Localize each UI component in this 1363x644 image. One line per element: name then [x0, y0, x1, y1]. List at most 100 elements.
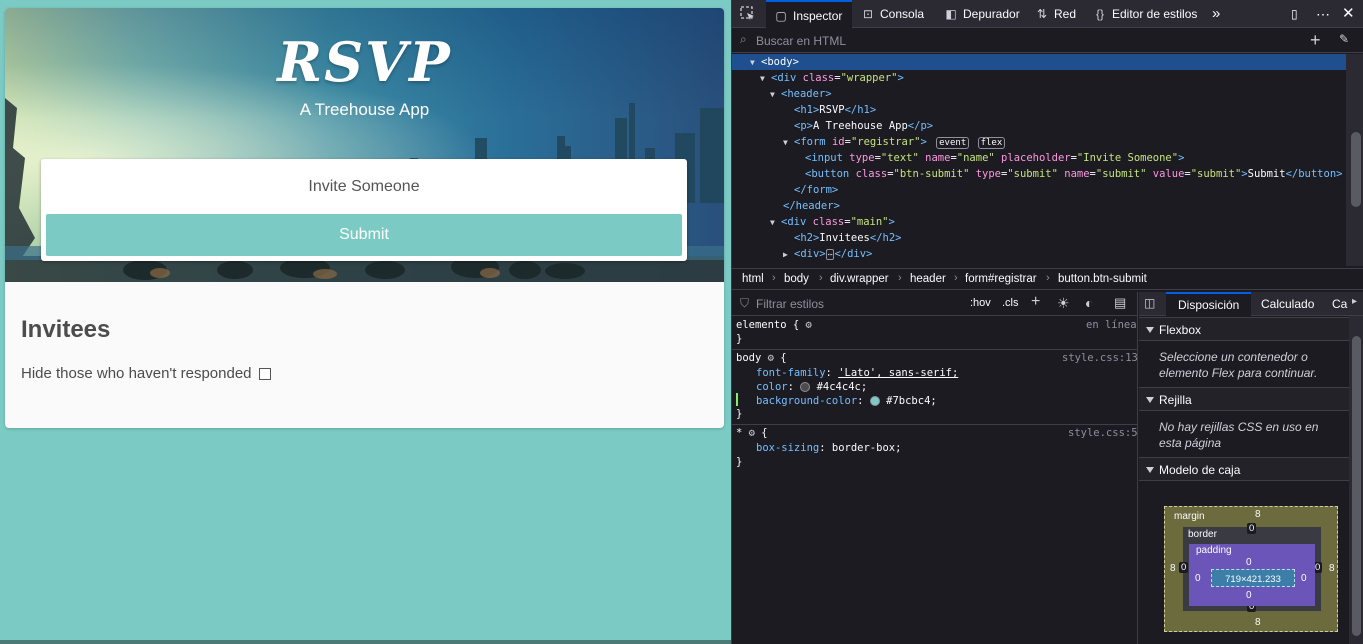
margin-top-value[interactable]: 8: [1255, 509, 1261, 520]
rule-close-brace: }: [736, 333, 743, 345]
star-rule-selector[interactable]: * ⚙ {: [736, 427, 768, 439]
tree-node-form[interactable]: ▼ <form id="registrar"> event flex: [732, 134, 1006, 150]
registrar-form: Submit: [41, 159, 687, 261]
flex-badge[interactable]: flex: [977, 137, 1006, 149]
css-declaration[interactable]: background-color: #7bcbc4;: [756, 395, 937, 407]
breadcrumb-separator-icon: ›: [772, 272, 776, 284]
rule-close-brace: }: [736, 408, 743, 420]
markup-scrollbar[interactable]: [1346, 54, 1363, 266]
flexbox-section-header[interactable]: Flexbox: [1139, 317, 1349, 341]
margin-left-value[interactable]: 8: [1170, 563, 1176, 574]
css-declaration[interactable]: box-sizing: border-box;: [756, 442, 901, 454]
element-rule-selector[interactable]: elemento { ⚙: [736, 319, 812, 331]
light-theme-icon[interactable]: ☀: [1057, 295, 1070, 312]
css-declaration[interactable]: color: #4c4c4c;: [756, 381, 867, 393]
tab-style-editor[interactable]: {} Editor de estilos: [1093, 0, 1197, 28]
color-swatch: [869, 396, 880, 406]
border-left-value[interactable]: 0: [1179, 562, 1189, 573]
invitees-heading: Invitees: [21, 316, 111, 343]
breadcrumb: html › body › div.wrapper › header › for…: [732, 268, 1363, 290]
boxmodel-section-header[interactable]: Modelo de caja: [1139, 457, 1349, 481]
breadcrumb-separator-icon: ›: [819, 272, 823, 284]
tab-debugger[interactable]: ◧ Depurador: [944, 0, 1019, 28]
more-options-icon[interactable]: ⋯: [1316, 0, 1330, 28]
close-icon[interactable]: ✕: [1342, 0, 1355, 28]
padding-left-value[interactable]: 0: [1195, 573, 1201, 584]
padding-bottom-value[interactable]: 0: [1246, 590, 1252, 601]
dock-toggle-icon[interactable]: ▯: [1291, 0, 1298, 28]
invite-input[interactable]: [46, 165, 682, 209]
changed-marker: [736, 393, 738, 406]
tab-network[interactable]: ⇅ Red: [1035, 0, 1076, 28]
tab-scroll-right-icon[interactable]: ▸: [1352, 296, 1357, 307]
flexbox-note: Seleccione un contenedor o elemento Flex…: [1159, 350, 1318, 380]
tree-node-main[interactable]: ▼ <div class="main">: [732, 214, 895, 230]
eyedropper-icon[interactable]: ✎: [1339, 32, 1349, 46]
tree-node-div-collapsed[interactable]: ▶ <div> ⋯ </div>: [732, 246, 872, 262]
tree-node-h1[interactable]: <h1>RSVP</h1>: [732, 102, 876, 118]
tab-calculado[interactable]: Calculado: [1261, 297, 1314, 311]
filter-styles-input[interactable]: Filtrar estilos: [756, 297, 824, 311]
event-badge[interactable]: event: [936, 137, 970, 149]
tree-node-p[interactable]: <p>A Treehouse App</p>: [732, 118, 933, 134]
add-rule-icon[interactable]: +: [1031, 293, 1040, 311]
hov-toggle[interactable]: :hov: [970, 297, 991, 309]
tree-node-wrapper[interactable]: ▼ <div class="wrapper">: [732, 70, 904, 86]
cls-toggle[interactable]: .cls: [1002, 297, 1019, 309]
app-wrapper: RSVP A Treehouse App Submit Invitees Hid…: [5, 8, 724, 428]
tab-console[interactable]: ⊡ Consola: [861, 0, 924, 28]
layout-pane: ◫ Disposición Calculado Ca ▸ Flexbox Sel…: [1139, 292, 1363, 644]
element-rule-source: en línea: [1086, 319, 1137, 331]
element-picker-icon[interactable]: [740, 0, 756, 28]
breadcrumb-item[interactable]: html: [742, 273, 764, 285]
star-rule-source[interactable]: style.css:5: [1068, 427, 1138, 439]
more-tabs-chevron-icon[interactable]: »: [1212, 0, 1220, 28]
margin-right-value[interactable]: 8: [1329, 563, 1335, 574]
filter-icon: ⛉: [740, 296, 750, 310]
print-media-icon[interactable]: ▤: [1114, 295, 1126, 311]
hide-unresponded-label: Hide those who haven't responded: [21, 365, 252, 382]
content-size-value: 719×421.233: [1225, 574, 1281, 585]
breadcrumb-item[interactable]: header: [910, 273, 946, 285]
tree-node-body[interactable]: ▼ <body>: [732, 54, 1346, 70]
css-declaration[interactable]: font-family: 'Lato', sans-serif;: [756, 367, 958, 379]
tab-truncated[interactable]: Ca: [1332, 297, 1347, 311]
tree-node-h2[interactable]: <h2>Invitees</h2>: [732, 230, 901, 246]
hide-unresponded-row[interactable]: Hide those who haven't responded: [21, 365, 271, 382]
add-node-icon[interactable]: +: [1310, 30, 1321, 51]
layout-scrollbar-thumb[interactable]: [1352, 336, 1361, 636]
page-bottom-edge: [0, 640, 731, 644]
padding-right-value[interactable]: 0: [1301, 573, 1307, 584]
page-viewport: RSVP A Treehouse App Submit Invitees Hid…: [0, 0, 731, 644]
breadcrumb-item[interactable]: form#registrar: [965, 273, 1037, 285]
breadcrumb-item[interactable]: div.wrapper: [830, 273, 889, 285]
box-model-diagram: margin 8 8 8 8 border 0 0 0 0 padding 0 …: [1164, 506, 1338, 632]
layout-scrollbar[interactable]: [1349, 316, 1363, 644]
layout-tabs: ◫ Disposición Calculado Ca ▸: [1139, 292, 1363, 316]
border-top-value[interactable]: 0: [1247, 523, 1257, 534]
submit-button[interactable]: Submit: [46, 214, 682, 256]
tab-disposicion[interactable]: Disposición: [1166, 292, 1252, 316]
tab-inspector[interactable]: ▢ Inspector: [766, 0, 852, 28]
network-icon: ⇅: [1036, 7, 1048, 21]
tree-node-header-close[interactable]: </header>: [732, 198, 840, 214]
breadcrumb-item[interactable]: button.btn-submit: [1058, 273, 1147, 285]
tree-node-form-close[interactable]: </form>: [732, 182, 838, 198]
tree-node-input[interactable]: <input type="text" name="name" placehold…: [732, 150, 1184, 166]
sidebar-toggle-icon[interactable]: ◫: [1144, 296, 1155, 310]
breadcrumb-item[interactable]: body: [784, 273, 809, 285]
dark-theme-icon[interactable]: ◐: [1085, 295, 1093, 311]
body-rule-source[interactable]: style.css:13: [1062, 352, 1138, 364]
padding-top-value[interactable]: 0: [1246, 557, 1252, 568]
breadcrumb-separator-icon: ›: [1046, 272, 1050, 284]
margin-bottom-value[interactable]: 8: [1255, 617, 1261, 628]
markup-scrollbar-thumb[interactable]: [1351, 132, 1361, 207]
html-search-bar[interactable]: ⌕ Buscar en HTML + ✎: [732, 29, 1363, 53]
html-search-input[interactable]: Buscar en HTML: [756, 34, 846, 48]
body-rule-selector[interactable]: body ⚙ {: [736, 352, 787, 364]
app-subtitle: A Treehouse App: [299, 100, 430, 119]
tree-node-button[interactable]: <button class="btn-submit" type="submit"…: [732, 166, 1342, 182]
hide-unresponded-checkbox[interactable]: [258, 367, 271, 380]
tree-node-header[interactable]: ▼ <header>: [732, 86, 832, 102]
grid-section-header[interactable]: Rejilla: [1139, 387, 1349, 411]
